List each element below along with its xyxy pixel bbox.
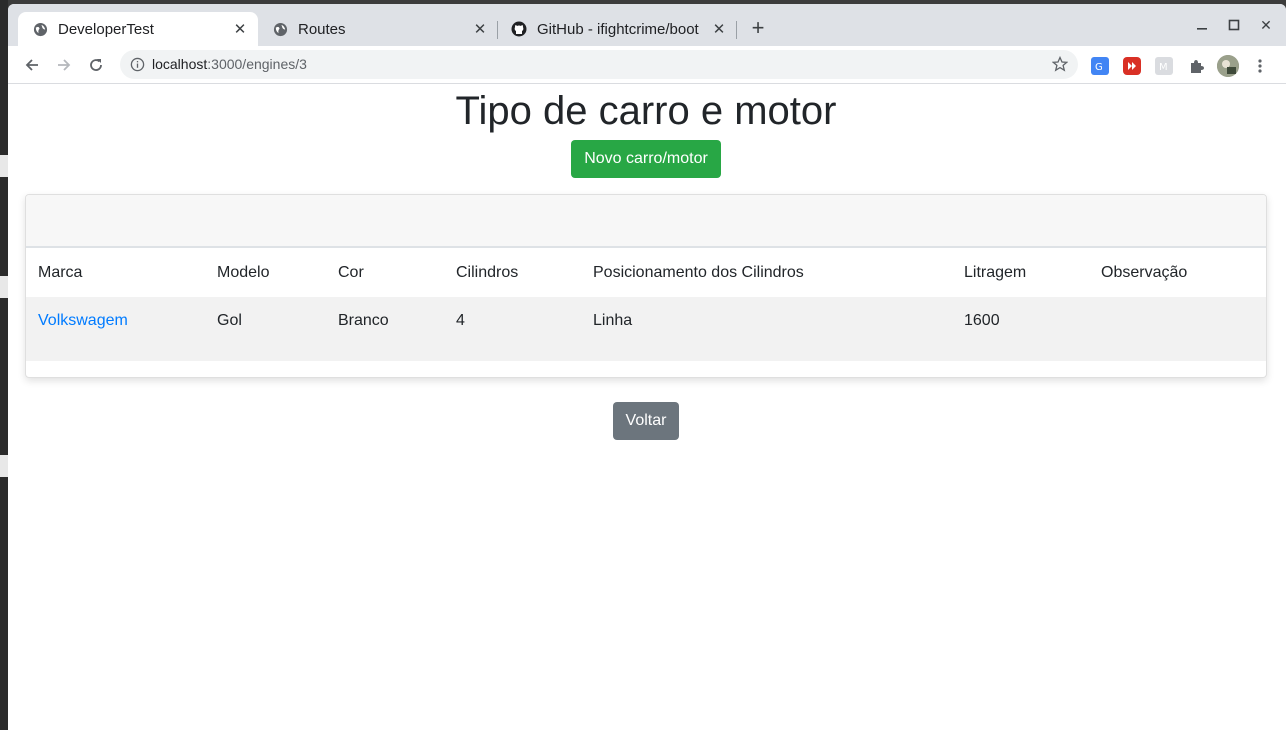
tab-separator	[736, 21, 737, 39]
bookmark-star-icon[interactable]	[1051, 55, 1069, 72]
new-tab-button[interactable]: +	[748, 17, 768, 39]
column-header-marca: Marca	[38, 264, 83, 281]
cell-litragem: 1600	[964, 312, 1000, 329]
browser-window: DeveloperTest ✕ Routes ✕ GitHub - ifight…	[8, 4, 1286, 730]
video-extension-icon[interactable]	[1123, 57, 1141, 75]
desktop-edge-mark	[0, 455, 8, 477]
back-button[interactable]: Voltar	[613, 402, 679, 440]
column-header-cor: Cor	[338, 264, 364, 281]
puzzle-extensions-icon[interactable]	[1187, 57, 1205, 75]
browser-toolbar: localhost:3000/engines/3 G M	[8, 46, 1286, 84]
url-host: localhost	[152, 56, 208, 72]
tab-title: DeveloperTest	[58, 20, 154, 38]
github-icon	[511, 21, 527, 37]
tab-github[interactable]: GitHub - ifightcrime/boot ✕	[497, 12, 737, 46]
column-header-posicionamento: Posicionamento dos Cilindros	[593, 264, 804, 281]
cell-posicionamento: Linha	[593, 312, 633, 329]
cell-modelo: Gol	[217, 312, 242, 329]
profile-avatar-icon[interactable]	[1217, 55, 1239, 77]
page-title: Tipo de carro e motor	[455, 89, 837, 133]
forward-arrow-icon[interactable]	[53, 54, 75, 76]
new-car-engine-button[interactable]: Novo carro/motor	[571, 140, 721, 178]
page-content: Tipo de carro e motor Novo carro/motor M…	[8, 85, 1286, 730]
address-bar[interactable]: localhost:3000/engines/3	[120, 50, 1078, 79]
m-extension-icon[interactable]: M	[1155, 57, 1173, 75]
card-header	[26, 195, 1266, 248]
column-header-litragem: Litragem	[964, 264, 1027, 281]
table-row: Volkswagem Gol Branco 4 Linha 1600	[26, 297, 1266, 361]
close-icon[interactable]: ✕	[711, 21, 727, 38]
close-icon[interactable]: ✕	[472, 21, 488, 38]
url-text: localhost:3000/engines/3	[152, 56, 307, 72]
svg-text:G: G	[1095, 62, 1103, 73]
close-window-icon[interactable]: ✕	[1255, 14, 1277, 36]
tab-strip: DeveloperTest ✕ Routes ✕ GitHub - ifight…	[8, 4, 1286, 46]
back-arrow-icon[interactable]	[21, 54, 43, 76]
minimize-icon[interactable]	[1191, 14, 1213, 36]
column-header-cilindros: Cilindros	[456, 264, 519, 281]
globe-icon	[272, 21, 288, 37]
desktop-edge-mark	[0, 276, 8, 298]
tab-routes[interactable]: Routes ✕	[258, 12, 498, 46]
maximize-icon[interactable]	[1223, 14, 1245, 36]
close-icon[interactable]: ✕	[232, 21, 248, 38]
cell-cor: Branco	[338, 312, 389, 329]
tab-developertest[interactable]: DeveloperTest ✕	[18, 12, 258, 46]
svg-text:M: M	[1159, 62, 1168, 73]
column-header-modelo: Modelo	[217, 264, 270, 281]
tab-title: GitHub - ifightcrime/boot	[537, 20, 699, 38]
column-header-observacao: Observação	[1101, 264, 1188, 281]
desktop-edge-mark	[0, 155, 8, 177]
table-header: Marca Modelo Cor Cilindros Posicionament…	[26, 248, 1266, 298]
engines-card: Marca Modelo Cor Cilindros Posicionament…	[25, 194, 1267, 378]
desktop-edge	[0, 0, 8, 730]
tab-title: Routes	[298, 20, 346, 38]
menu-kebab-icon[interactable]	[1251, 57, 1269, 75]
translate-extension-icon[interactable]: G	[1091, 57, 1109, 75]
globe-icon	[32, 21, 48, 37]
marca-link[interactable]: Volkswagem	[38, 312, 128, 330]
reload-icon[interactable]	[85, 54, 107, 76]
url-path: :3000/engines/3	[207, 56, 307, 72]
info-icon[interactable]	[130, 57, 145, 72]
cell-cilindros: 4	[456, 312, 465, 329]
